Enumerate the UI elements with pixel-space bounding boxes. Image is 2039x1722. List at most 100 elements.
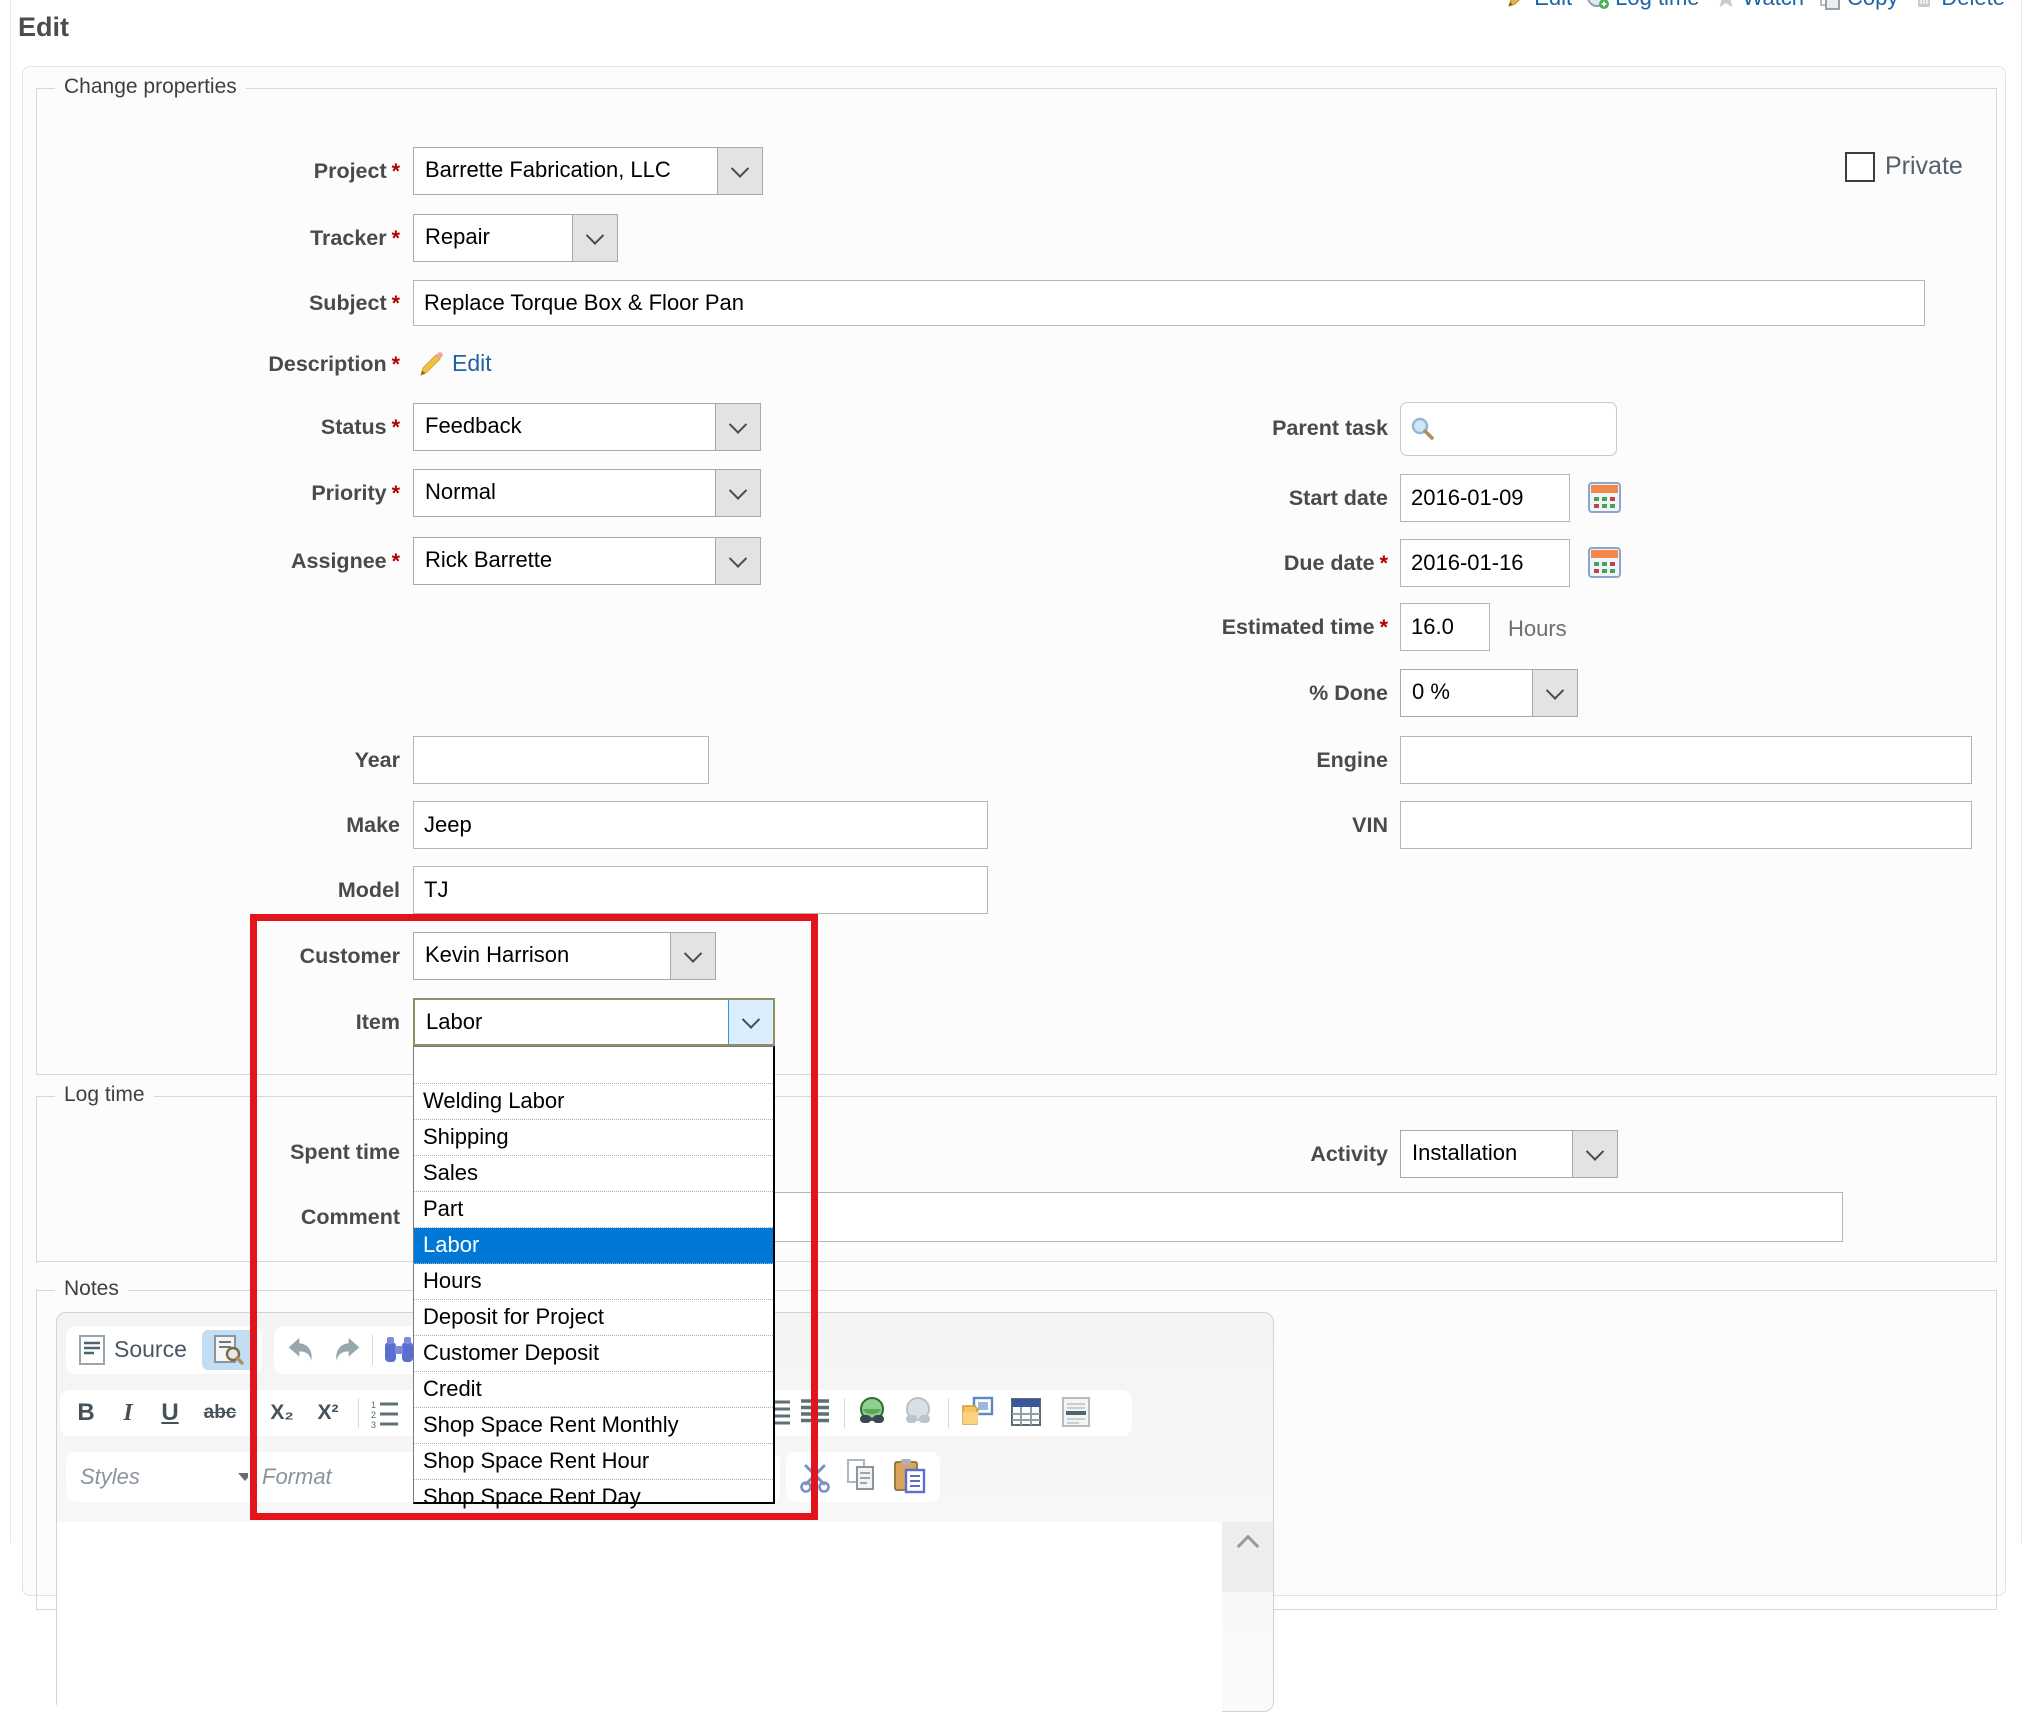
chevron-down-icon[interactable] — [715, 470, 760, 516]
pencil-icon — [1505, 0, 1529, 10]
status-label: Status* — [0, 403, 400, 451]
chevron-down-icon[interactable] — [1532, 670, 1577, 716]
assignee-label: Assignee* — [0, 537, 400, 585]
chevron-down-icon[interactable] — [1572, 1131, 1617, 1177]
description-label: Description* — [0, 346, 400, 382]
subject-label: Subject* — [0, 280, 400, 326]
change-properties-legend: Change properties — [55, 75, 246, 99]
private-checkbox[interactable] — [1845, 152, 1875, 182]
required-asterisk: * — [1375, 551, 1388, 575]
tracker-select-value: Repair — [414, 215, 572, 261]
required-asterisk: * — [387, 481, 400, 505]
styles-dropdown[interactable]: Styles — [66, 1452, 266, 1502]
activity-select[interactable]: Installation — [1400, 1130, 1618, 1178]
toolbar-separator — [948, 1398, 949, 1428]
parent-task-input[interactable] — [1400, 402, 1617, 456]
project-label: Project* — [0, 147, 400, 195]
required-asterisk: * — [387, 159, 400, 183]
chevron-down-icon[interactable] — [717, 148, 762, 194]
paste-clipboard-icon[interactable] — [892, 1458, 928, 1494]
toolbar-collapse-button[interactable] — [1222, 1522, 1273, 1592]
italic-button[interactable]: I — [108, 1390, 148, 1436]
page-title: Edit — [18, 12, 69, 43]
model-label: Model — [0, 866, 400, 914]
search-icon — [1410, 416, 1436, 442]
bold-button[interactable]: B — [66, 1390, 106, 1436]
activity-label: Activity — [1012, 1130, 1388, 1178]
vin-input[interactable] — [1400, 801, 1972, 849]
clock-plus-icon — [1586, 0, 1610, 10]
chevron-down-icon[interactable] — [572, 215, 617, 261]
delete-action-label: Delete — [1941, 0, 2005, 11]
required-asterisk: * — [387, 291, 400, 315]
image-icon[interactable] — [960, 1394, 996, 1430]
source-button[interactable]: Source — [114, 1336, 187, 1363]
engine-label: Engine — [1012, 736, 1388, 784]
estimated-time-label: Estimated time* — [1012, 603, 1388, 651]
log-time-legend: Log time — [55, 1083, 154, 1107]
model-input[interactable] — [413, 866, 988, 914]
table-icon[interactable] — [1010, 1396, 1042, 1428]
preview-button[interactable] — [202, 1330, 256, 1370]
make-input[interactable] — [413, 801, 988, 849]
parent-task-label: Parent task — [1012, 402, 1388, 454]
delete-action[interactable]: Delete — [1912, 0, 2005, 11]
estimated-time-input[interactable] — [1400, 603, 1490, 651]
required-asterisk: * — [387, 352, 400, 376]
due-date-input[interactable] — [1400, 539, 1570, 587]
trash-icon — [1912, 0, 1936, 10]
required-asterisk: * — [387, 415, 400, 439]
subject-input[interactable] — [413, 280, 1925, 326]
unlink-icon[interactable] — [902, 1396, 934, 1428]
activity-select-value: Installation — [1401, 1131, 1572, 1177]
assignee-select-value: Rick Barrette — [414, 538, 715, 584]
year-input[interactable] — [413, 736, 709, 784]
tracker-label: Tracker* — [0, 214, 400, 262]
assignee-select[interactable]: Rick Barrette — [413, 537, 761, 585]
chevron-down-icon[interactable] — [715, 404, 760, 450]
copy-pages-icon[interactable] — [844, 1458, 880, 1494]
vin-label: VIN — [1012, 801, 1388, 849]
link-icon[interactable] — [856, 1396, 888, 1428]
project-select[interactable]: Barrette Fabrication, LLC — [413, 147, 763, 195]
preview-icon — [212, 1334, 244, 1366]
percent-done-select-value: 0 % — [1401, 670, 1532, 716]
copy-action[interactable]: Copy — [1818, 0, 1898, 11]
required-asterisk: * — [387, 549, 400, 573]
percent-done-select[interactable]: 0 % — [1400, 669, 1578, 717]
notes-legend: Notes — [55, 1277, 128, 1301]
contextual-actions: Edit Log time Watch Copy Delete — [1505, 0, 2005, 11]
editor-content-area[interactable] — [57, 1522, 1222, 1722]
priority-select[interactable]: Normal — [413, 469, 761, 517]
calendar-icon[interactable] — [1588, 546, 1621, 579]
horizontal-rule-icon[interactable] — [1060, 1396, 1092, 1428]
required-asterisk: * — [387, 226, 400, 250]
status-select-value: Feedback — [414, 404, 715, 450]
start-date-label: Start date — [1012, 474, 1388, 522]
star-icon — [1714, 0, 1738, 10]
underline-button[interactable]: U — [150, 1390, 190, 1436]
content-right-border — [2021, 0, 2022, 1543]
status-select[interactable]: Feedback — [413, 403, 761, 451]
annotation-highlight-box — [250, 914, 818, 1520]
strikethrough-button[interactable]: abc — [196, 1390, 244, 1436]
copy-icon — [1818, 0, 1842, 10]
start-date-input[interactable] — [1400, 474, 1570, 522]
chevron-down-icon[interactable] — [715, 538, 760, 584]
edit-action[interactable]: Edit — [1505, 0, 1572, 11]
log-time-action[interactable]: Log time — [1586, 0, 1699, 11]
estimated-time-suffix: Hours — [1508, 616, 1567, 642]
required-asterisk: * — [1375, 615, 1388, 639]
watch-action[interactable]: Watch — [1714, 0, 1805, 11]
percent-done-label: % Done — [1012, 669, 1388, 717]
copy-action-label: Copy — [1847, 0, 1898, 11]
edit-action-label: Edit — [1534, 0, 1572, 11]
year-label: Year — [0, 736, 400, 784]
description-edit-link[interactable]: Edit — [452, 350, 492, 377]
project-select-value: Barrette Fabrication, LLC — [414, 148, 717, 194]
calendar-icon[interactable] — [1588, 481, 1621, 514]
pencil-icon — [415, 349, 445, 379]
engine-input[interactable] — [1400, 736, 1972, 784]
priority-label: Priority* — [0, 469, 400, 517]
tracker-select[interactable]: Repair — [413, 214, 618, 262]
